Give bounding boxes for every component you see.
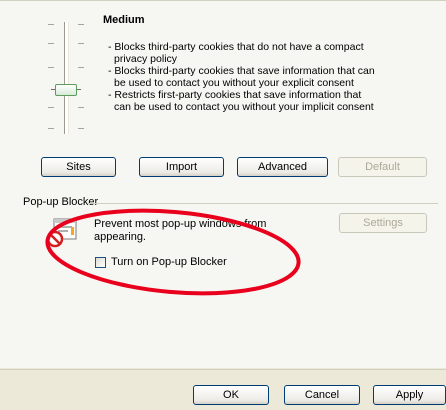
privacy-level-title: Medium	[103, 14, 145, 26]
description-line: privacy policy	[114, 53, 178, 65]
slider-tick	[78, 107, 84, 108]
popup-blocker-checkbox[interactable]	[95, 256, 106, 268]
slider-tick	[78, 128, 84, 129]
slider-tick	[48, 107, 54, 108]
popup-blocker-icon	[46, 218, 80, 248]
popup-blocker-label: Pop-up Blocker	[23, 196, 99, 208]
slider-thumb[interactable]	[51, 84, 81, 96]
popup-settings-button[interactable]: Settings	[339, 213, 427, 233]
default-button[interactable]: Default	[338, 157, 427, 177]
popup-blocker-divider	[88, 203, 438, 204]
sites-button[interactable]: Sites	[41, 157, 116, 177]
slider-tick	[78, 24, 84, 25]
advanced-button[interactable]: Advanced	[237, 157, 328, 177]
slider-tick	[48, 24, 54, 25]
slider-track[interactable]	[64, 22, 69, 134]
popup-description-line: appearing.	[94, 231, 146, 243]
popup-description-line: Prevent most pop-up windows from	[94, 218, 267, 230]
privacy-tab-panel: Medium - Blocks third-party cookies that…	[0, 0, 446, 368]
cancel-button[interactable]: Cancel	[284, 385, 360, 405]
popup-blocker-checkbox-label[interactable]: Turn on Pop-up Blocker	[111, 256, 227, 268]
slider-tick	[78, 43, 84, 44]
description-line: - Restricts first-party cookies that sav…	[108, 89, 362, 101]
privacy-level-description: - Blocks third-party cookies that do not…	[108, 41, 418, 113]
description-line: be used to contact you without your expl…	[114, 77, 354, 89]
description-line: can be used to contact you without your …	[114, 101, 374, 113]
ok-button[interactable]: OK	[193, 385, 269, 405]
slider-tick	[48, 43, 54, 44]
slider-tick	[78, 67, 84, 68]
import-button[interactable]: Import	[139, 157, 224, 177]
popup-blocker-checkbox-row[interactable]: Turn on Pop-up Blocker	[95, 256, 227, 268]
popup-blocker-description: Prevent most pop-up windows from appeari…	[94, 218, 266, 244]
apply-button[interactable]: Apply	[373, 385, 446, 405]
description-line: - Blocks third-party cookies that save i…	[108, 65, 375, 77]
bottom-divider	[0, 369, 446, 370]
privacy-level-slider[interactable]	[28, 20, 98, 138]
top-divider	[0, 0, 446, 1]
slider-tick	[48, 67, 54, 68]
slider-tick	[48, 128, 54, 129]
description-line: - Blocks third-party cookies that do not…	[108, 41, 364, 53]
